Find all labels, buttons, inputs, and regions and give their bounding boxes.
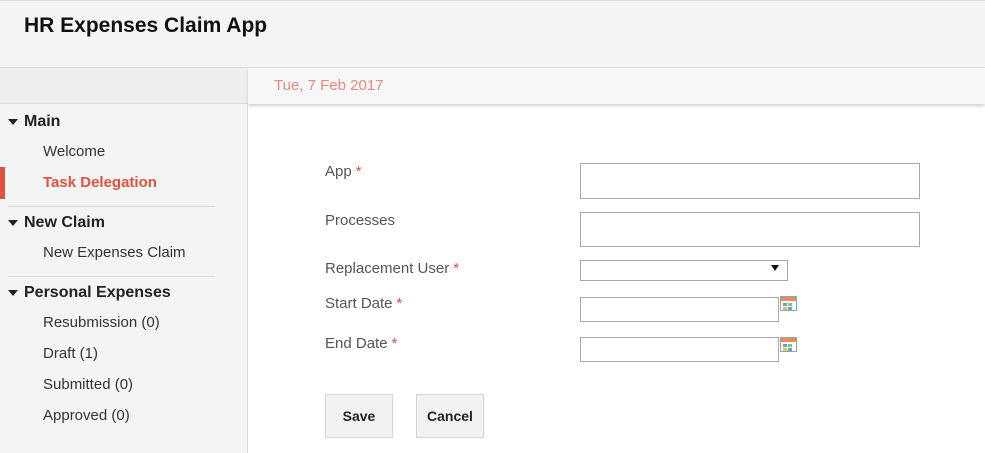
calendar-icon-cell: [783, 307, 787, 310]
calendar-icon-cell: [788, 344, 792, 347]
nav-group-new-claim: New Claim New Expenses Claim: [0, 207, 247, 277]
app-title: HR Expenses Claim App: [24, 14, 268, 37]
replacement-user-select[interactable]: [580, 260, 788, 281]
calendar-icon-cell: [788, 307, 792, 310]
end-date-label: End Date *: [325, 335, 397, 352]
end-date-label-text: End Date: [325, 335, 388, 352]
app-input[interactable]: [580, 163, 920, 199]
calendar-icon[interactable]: [780, 296, 797, 311]
replacement-user-label: Replacement User *: [325, 260, 459, 277]
current-date: Tue, 7 Feb 2017: [274, 77, 384, 94]
sidebar-item-resubmission[interactable]: Resubmission (0): [0, 307, 247, 338]
caret-down-icon: [8, 220, 18, 226]
processes-label-text: Processes: [325, 212, 396, 229]
calendar-icon-cell: [788, 303, 792, 306]
calendar-icon-cell: [783, 348, 787, 351]
sidebar-item-draft[interactable]: Draft (1): [0, 338, 247, 369]
nav-group-main-header[interactable]: Main: [0, 108, 247, 136]
nav-group-title: Main: [24, 113, 61, 130]
app-header: HR Expenses Claim App: [0, 0, 985, 68]
calendar-icon-header: [781, 297, 796, 301]
start-date-label-text: Start Date: [325, 295, 393, 312]
start-date-label: Start Date *: [325, 295, 402, 312]
nav-group-main: Main Welcome Task Delegation: [0, 104, 247, 207]
calendar-icon-header: [781, 338, 796, 342]
dropdown-arrow-icon: [771, 265, 779, 271]
processes-input[interactable]: [580, 212, 920, 247]
save-button[interactable]: Save: [325, 394, 393, 438]
nav-group-new-claim-header[interactable]: New Claim: [0, 209, 247, 237]
sidebar-item-approved[interactable]: Approved (0): [0, 400, 247, 431]
calendar-icon-cell: [788, 348, 792, 351]
cancel-button[interactable]: Cancel: [416, 394, 484, 438]
caret-down-icon: [8, 119, 18, 125]
required-marker: *: [391, 335, 398, 352]
nav-group-title: New Claim: [24, 214, 105, 231]
app-label-text: App: [325, 163, 352, 180]
required-marker: *: [355, 163, 362, 180]
sidebar-item-task-delegation[interactable]: Task Delegation: [0, 167, 247, 199]
sidebar-item-submitted[interactable]: Submitted (0): [0, 369, 247, 400]
nav-group-personal-expenses-header[interactable]: Personal Expenses: [0, 279, 247, 307]
required-marker: *: [453, 260, 460, 277]
sidebar: Main Welcome Task Delegation New Claim N…: [0, 104, 248, 453]
caret-down-icon: [8, 290, 18, 296]
replacement-user-label-text: Replacement User: [325, 260, 450, 277]
calendar-icon[interactable]: [780, 337, 797, 352]
date-bar: Tue, 7 Feb 2017: [248, 68, 985, 104]
nav-group-personal-expenses: Personal Expenses Resubmission (0) Draft…: [0, 277, 247, 431]
required-marker: *: [396, 295, 403, 312]
processes-label: Processes: [325, 212, 395, 229]
start-date-input[interactable]: [580, 297, 779, 322]
calendar-icon-cell: [783, 303, 787, 306]
nav-group-title: Personal Expenses: [24, 284, 171, 301]
end-date-input[interactable]: [580, 337, 779, 362]
subbar-left: [0, 68, 248, 104]
app-label: App *: [325, 163, 362, 180]
calendar-icon-cell: [783, 344, 787, 347]
sidebar-item-new-expenses-claim[interactable]: New Expenses Claim: [0, 237, 247, 268]
sidebar-item-welcome[interactable]: Welcome: [0, 136, 247, 167]
